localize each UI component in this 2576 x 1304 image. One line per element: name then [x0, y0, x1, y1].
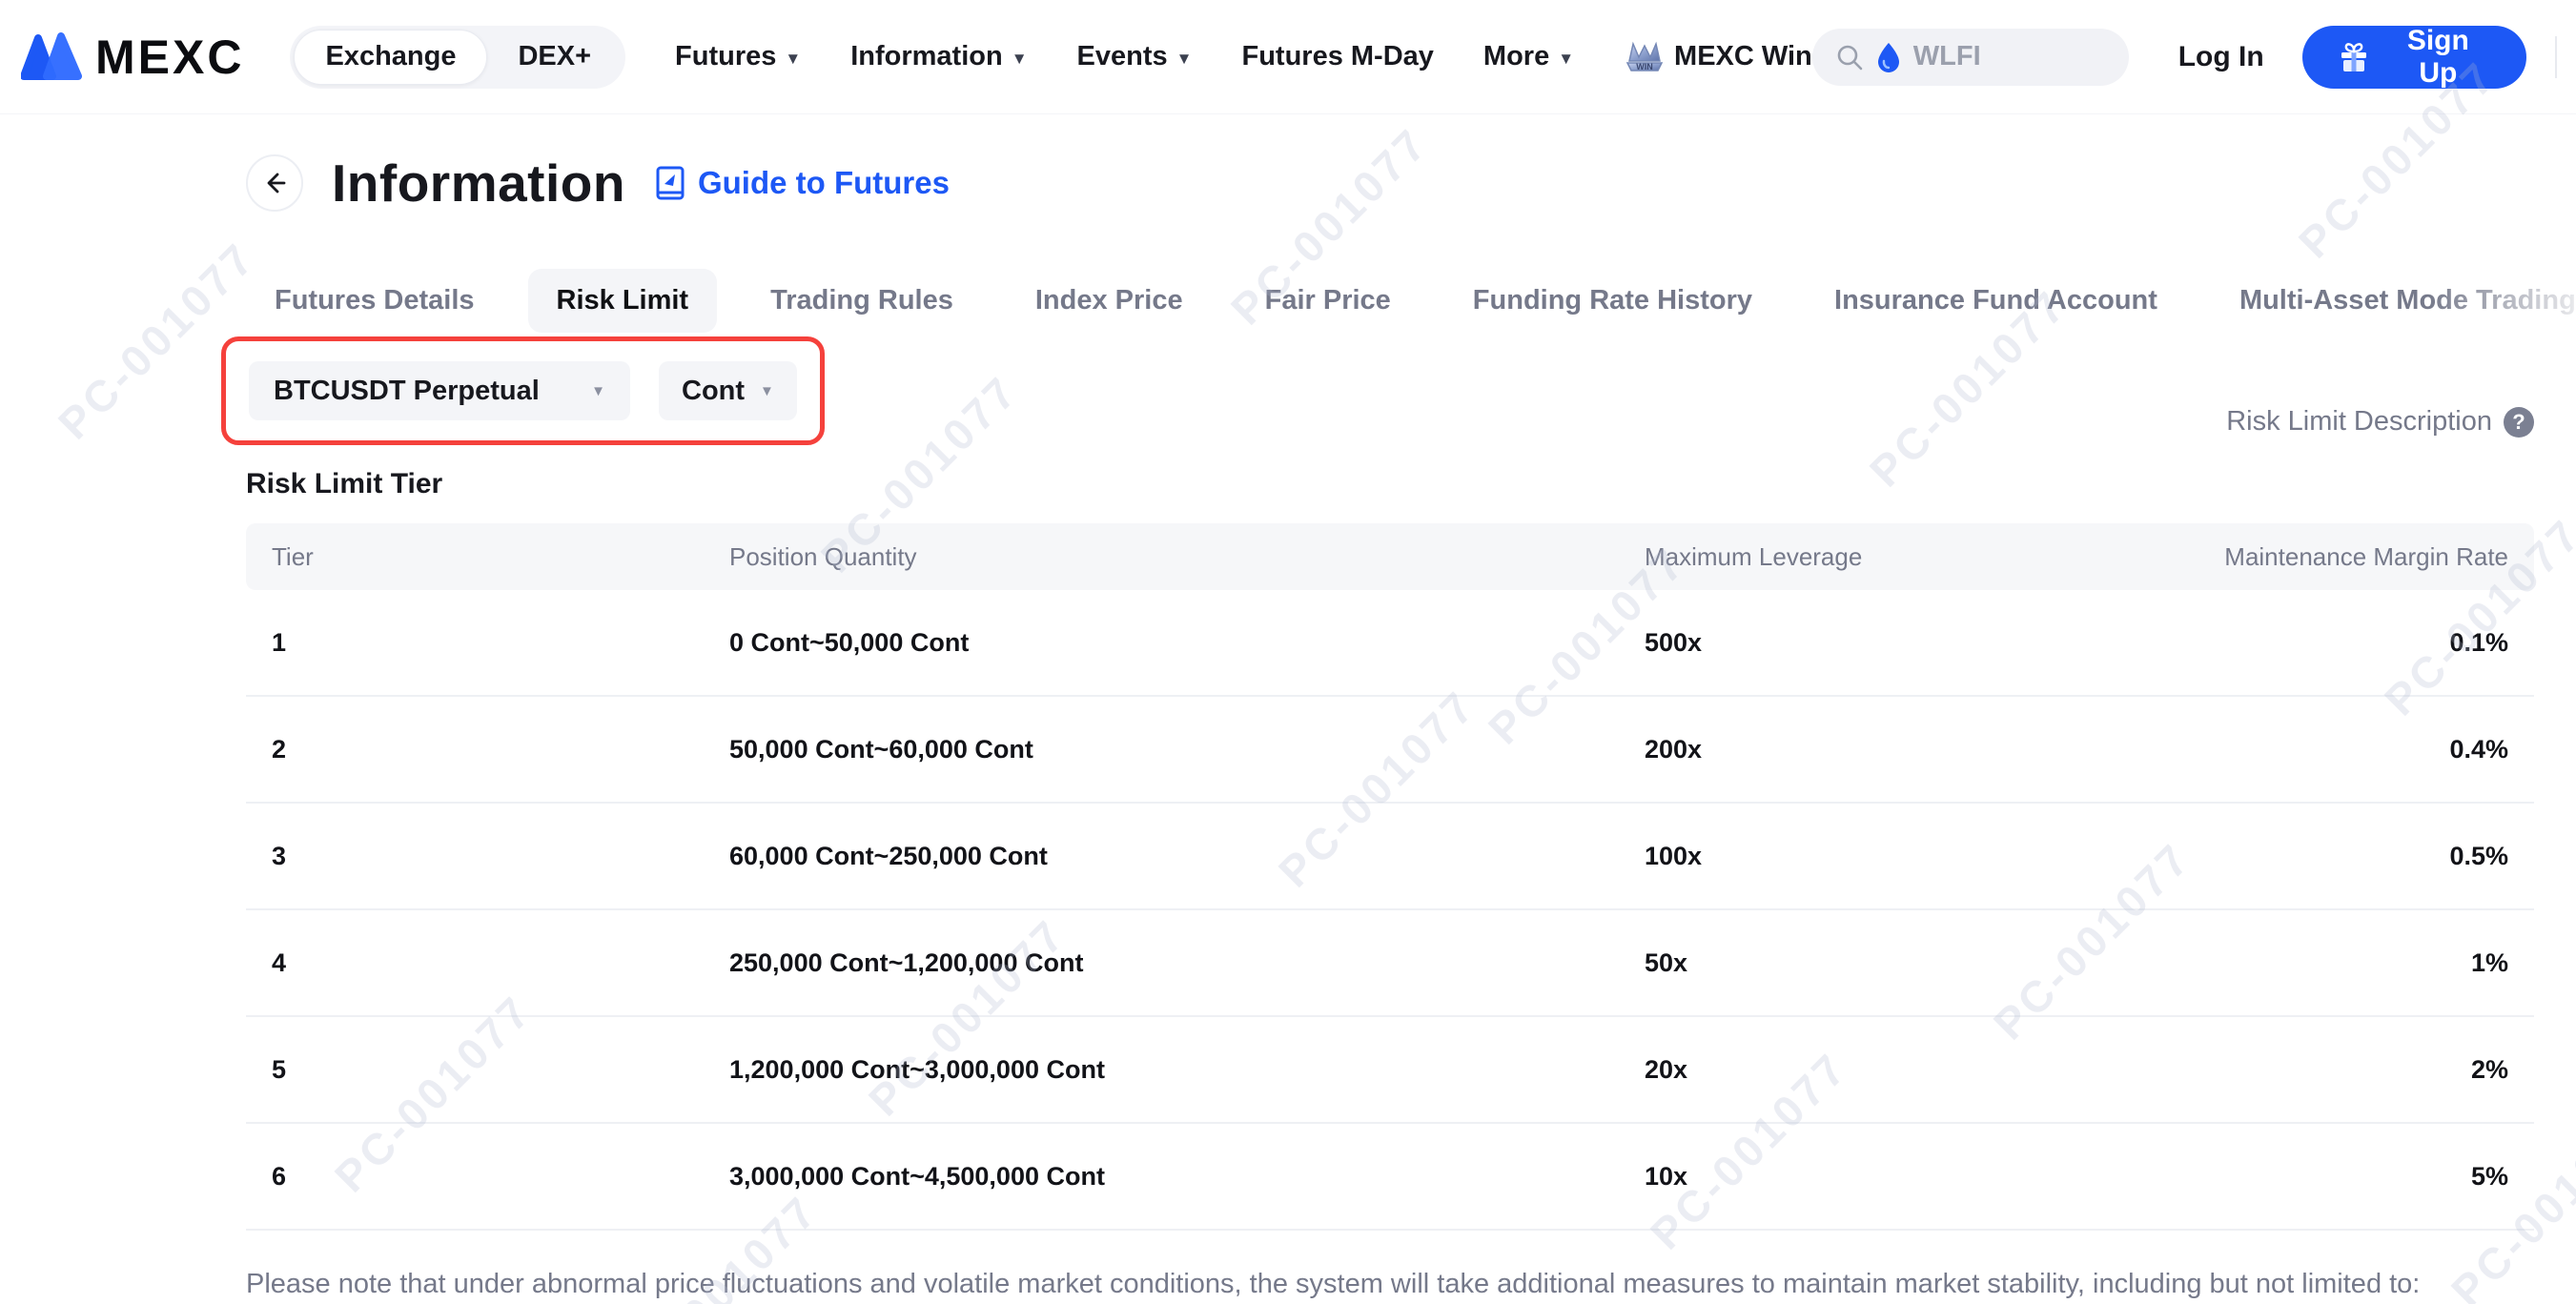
nav-futures[interactable]: Futures ▼ [675, 41, 801, 72]
gift-icon [2337, 40, 2371, 74]
col-position-quantity: Position Quantity [729, 542, 1645, 572]
risk-limit-table: Tier Position Quantity Maximum Leverage … [246, 523, 2534, 1231]
chevron-down-icon: ▼ [1176, 50, 1193, 69]
chevron-down-icon: ▼ [1558, 50, 1574, 69]
table-row: 5 1,200,000 Cont~3,000,000 Cont 20x 2% [246, 1017, 2534, 1124]
search-input[interactable]: WLFI [1812, 29, 2129, 86]
guide-to-futures-link[interactable]: Guide to Futures [654, 165, 950, 201]
question-mark-icon[interactable]: ? [2504, 407, 2534, 438]
logo-wordmark: MEXC [95, 30, 244, 85]
token-drop-icon [1876, 42, 1901, 72]
chevron-down-icon: ▼ [1012, 50, 1028, 69]
main-content: Information Guide to Futures Futures Det… [0, 153, 2576, 1300]
search-icon [1835, 43, 1864, 71]
nav-information[interactable]: Information ▼ [850, 41, 1027, 72]
table-row: 4 250,000 Cont~1,200,000 Cont 50x 1% [246, 910, 2534, 1017]
tab-fair-price[interactable]: Fair Price [1237, 269, 1420, 333]
title-row: Information Guide to Futures [246, 153, 2534, 214]
login-button[interactable]: Log In [2178, 41, 2264, 73]
table-row: 2 50,000 Cont~60,000 Cont 200x 0.4% [246, 697, 2534, 804]
nav-futures-mday[interactable]: Futures M-Day [1241, 41, 1433, 72]
tab-multi-asset-mode-trading[interactable]: Multi-Asset Mode Trading [2211, 269, 2576, 333]
signup-button[interactable]: Sign Up [2302, 26, 2526, 89]
arrow-left-icon [260, 169, 289, 197]
top-header: MEXC Exchange DEX+ Futures ▼ Information… [0, 0, 2576, 114]
section-title: Risk Limit Tier [246, 468, 2534, 500]
contract-select[interactable]: BTCUSDT Perpetual ▼ [249, 361, 630, 420]
table-row: 6 3,000,000 Cont~4,500,000 Cont 10x 5% [246, 1124, 2534, 1231]
toggle-dex[interactable]: DEX+ [487, 30, 622, 85]
search-placeholder: WLFI [1913, 41, 1981, 72]
tab-trading-rules[interactable]: Trading Rules [742, 269, 982, 333]
table-header-row: Tier Position Quantity Maximum Leverage … [246, 523, 2534, 590]
svg-text:WIN: WIN [1636, 62, 1653, 71]
mexc-logo-icon [21, 32, 82, 82]
footnote-text: Please note that under abnormal price fl… [246, 1269, 2534, 1300]
table-row: 3 60,000 Cont~250,000 Cont 100x 0.5% [246, 804, 2534, 910]
nav-mexc-win[interactable]: WIN MEXC Win [1624, 38, 1812, 76]
filters-row: BTCUSDT Perpetual ▼ Cont ▼ Risk Limit De… [246, 336, 2534, 451]
toggle-exchange[interactable]: Exchange [294, 30, 487, 85]
mexc-logo[interactable]: MEXC [21, 30, 244, 85]
nav-more[interactable]: More ▼ [1483, 41, 1574, 72]
header-right-group: WLFI Log In Sign Up [1812, 26, 2557, 89]
unit-select[interactable]: Cont ▼ [659, 361, 797, 420]
tab-bar: Futures Details Risk Limit Trading Rules… [246, 269, 2534, 333]
tab-futures-details[interactable]: Futures Details [246, 269, 503, 333]
chevron-down-icon: ▼ [785, 50, 801, 69]
red-highlight-box: BTCUSDT Perpetual ▼ Cont ▼ [221, 336, 825, 445]
table-row: 1 0 Cont~50,000 Cont 500x 0.1% [246, 590, 2534, 697]
back-button[interactable] [246, 154, 303, 212]
nav-events[interactable]: Events ▼ [1077, 41, 1193, 72]
win-badge-icon: WIN [1624, 38, 1666, 76]
col-tier: Tier [272, 542, 729, 572]
page-title: Information [332, 153, 625, 214]
exchange-dex-toggle: Exchange DEX+ [290, 26, 625, 89]
tab-insurance-fund-account[interactable]: Insurance Fund Account [1806, 269, 2186, 333]
risk-limit-description: Risk Limit Description ? [2226, 406, 2534, 438]
tab-risk-limit[interactable]: Risk Limit [528, 269, 718, 333]
tab-funding-rate-history[interactable]: Funding Rate History [1444, 269, 1781, 333]
chevron-down-icon: ▼ [591, 383, 605, 399]
guide-book-icon [654, 165, 688, 201]
col-maximum-leverage: Maximum Leverage [1645, 542, 2194, 572]
header-divider [2555, 36, 2557, 78]
chevron-down-icon: ▼ [760, 383, 774, 399]
main-nav: Futures ▼ Information ▼ Events ▼ Futures… [675, 38, 1812, 76]
col-maintenance-margin-rate: Maintenance Margin Rate [2194, 542, 2508, 572]
tab-index-price[interactable]: Index Price [1007, 269, 1212, 333]
